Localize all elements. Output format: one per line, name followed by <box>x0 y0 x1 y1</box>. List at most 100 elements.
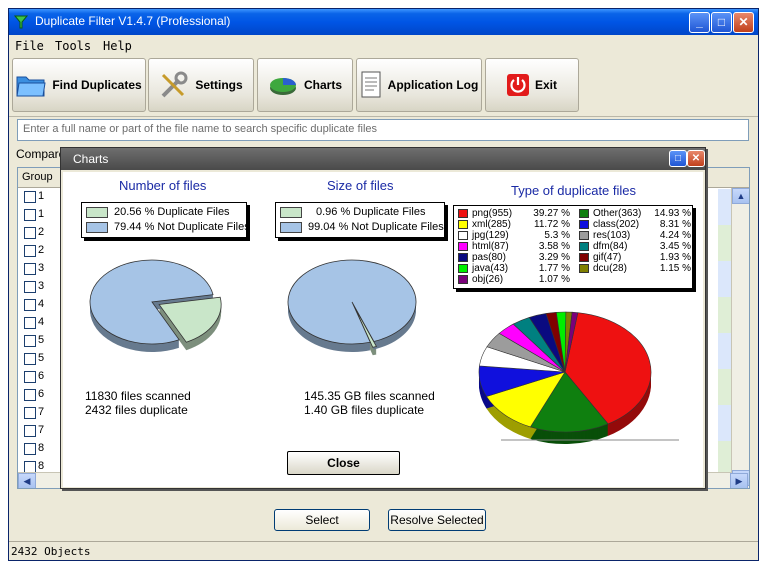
charts-button[interactable]: Charts <box>257 58 353 112</box>
row-checkbox[interactable] <box>24 191 36 203</box>
pie-chart-icon <box>269 78 296 95</box>
legend-label: gif(47) <box>593 252 622 263</box>
charts-close-x-button[interactable]: ✕ <box>687 150 705 167</box>
row-checkbox[interactable] <box>24 371 36 383</box>
group-number: 8 <box>38 442 45 454</box>
scroll-up-icon[interactable]: ▲ <box>732 188 749 204</box>
row-checkbox[interactable] <box>24 389 36 401</box>
group-number: 4 <box>38 298 45 310</box>
minimize-button[interactable]: _ <box>689 12 710 33</box>
legend-value: 39.27 % <box>533 208 570 219</box>
row-checkbox[interactable] <box>24 335 36 347</box>
type-legend-item: dcu(28) 1.15 % <box>579 264 691 274</box>
charts-label: Charts <box>303 78 342 92</box>
legend-swatch <box>579 209 589 218</box>
group-number: 8 <box>38 460 45 472</box>
type-legend-item: gif(47) 1.93 % <box>579 253 691 263</box>
legend-swatch <box>579 220 589 229</box>
select-button[interactable]: Select <box>274 509 370 531</box>
vertical-scrollbar[interactable]: ▲ ▼ <box>731 188 749 488</box>
row-checkbox[interactable] <box>24 425 36 437</box>
legend-swatch <box>579 231 589 240</box>
resolve-selected-button[interactable]: Resolve Selected <box>388 509 486 531</box>
application-log-button[interactable]: Application Log <box>356 58 482 112</box>
menu-help[interactable]: Help <box>103 39 132 53</box>
application-log-label: Application Log <box>387 78 479 92</box>
document-icon <box>361 71 381 98</box>
charts-dialog: Charts □ ✕ Number of files Size of files… <box>60 147 706 489</box>
close-charts-button[interactable]: Close <box>287 451 400 475</box>
legend-label: Other(363) <box>593 208 642 219</box>
group-number: 4 <box>38 316 45 328</box>
find-duplicates-button[interactable]: Find Duplicates <box>12 58 146 112</box>
type-legend-item: class(202) 8.31 % <box>579 220 691 230</box>
action-bar: Select Resolve Selected <box>9 499 758 539</box>
legend-value: 11.72 % <box>534 219 570 230</box>
row-checkbox[interactable] <box>24 209 36 221</box>
group-number: 5 <box>38 334 45 346</box>
scroll-left-icon[interactable]: ◀ <box>18 473 36 488</box>
row-checkbox[interactable] <box>24 263 36 275</box>
legend-value: 1.15 % <box>659 263 691 274</box>
status-bar: 2432 Objects <box>9 541 758 560</box>
legend-value: 1.77 % <box>538 263 570 274</box>
charts-dialog-title-bar[interactable]: Charts □ ✕ <box>61 148 705 170</box>
type-legend-item: html(87) 3.58 % <box>458 242 570 252</box>
row-checkbox[interactable] <box>24 245 36 257</box>
menu-bar: File Tools Help <box>9 36 758 56</box>
group-number: 3 <box>38 280 45 292</box>
folder-icon <box>16 76 46 97</box>
legend-value: 1.07 % <box>538 274 570 285</box>
legend-value: 1.93 % <box>659 252 691 263</box>
close-icon: ✕ <box>691 153 701 164</box>
type-legend-item: res(103) 4.24 % <box>579 231 691 241</box>
exit-label: Exit <box>534 78 557 92</box>
maximize-icon: □ <box>717 15 726 29</box>
row-checkbox[interactable] <box>24 407 36 419</box>
legend-swatch <box>579 253 589 262</box>
legend-swatch <box>458 242 468 251</box>
legend-label: html(87) <box>472 241 509 252</box>
group-number: 2 <box>38 226 45 238</box>
legend-label: res(103) <box>593 230 631 241</box>
close-window-button[interactable]: ✕ <box>733 12 754 33</box>
group-number: 2 <box>38 244 45 256</box>
title-bar[interactable]: Duplicate Filter V1.4.7 (Professional) _… <box>9 9 758 35</box>
row-checkbox[interactable] <box>24 299 36 311</box>
maximize-button[interactable]: □ <box>711 12 732 33</box>
maximize-icon: □ <box>674 153 682 164</box>
settings-button[interactable]: Settings <box>148 58 254 112</box>
row-checkbox[interactable] <box>24 281 36 293</box>
group-number: 6 <box>38 388 45 400</box>
toolbar: Find Duplicates Settings Charts Applicat… <box>9 57 758 117</box>
legend-value: 8.31 % <box>659 219 691 230</box>
row-checkbox[interactable] <box>24 443 36 455</box>
minimize-icon: _ <box>696 15 703 29</box>
legend-value: 14.93 % <box>654 208 691 219</box>
row-checkbox[interactable] <box>24 227 36 239</box>
legend-swatch <box>458 209 468 218</box>
scroll-right-icon[interactable]: ▶ <box>730 473 748 488</box>
size-duplicate-text: 1.40 GB files duplicate <box>304 403 425 417</box>
legend-swatch <box>458 275 468 284</box>
search-input[interactable]: Enter a full name or part of the file na… <box>17 119 749 141</box>
charts-dialog-title: Charts <box>73 152 109 166</box>
row-checkbox[interactable] <box>24 353 36 365</box>
app-icon <box>13 15 29 29</box>
legend-label: dcu(28) <box>593 263 627 274</box>
exit-button[interactable]: Exit <box>485 58 579 112</box>
menu-tools[interactable]: Tools <box>55 39 91 53</box>
legend-value: 5.3 % <box>544 230 570 241</box>
group-number: 1 <box>38 190 45 202</box>
charts-area: Number of files Size of files Type of du… <box>63 172 703 487</box>
charts-maximize-button[interactable]: □ <box>669 150 687 167</box>
group-number: 6 <box>38 370 45 382</box>
group-number: 5 <box>38 352 45 364</box>
size-scanned-text: 145.35 GB files scanned <box>304 389 435 403</box>
legend-swatch <box>458 231 468 240</box>
legend-label: class(202) <box>593 219 640 230</box>
menu-file[interactable]: File <box>15 39 44 53</box>
legend-label: xml(285) <box>472 219 511 230</box>
find-duplicates-label: Find Duplicates <box>52 78 142 92</box>
row-checkbox[interactable] <box>24 317 36 329</box>
